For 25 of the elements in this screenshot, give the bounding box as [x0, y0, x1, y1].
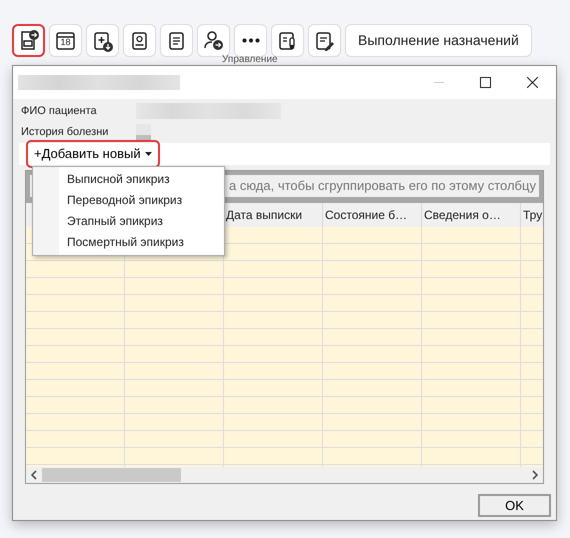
- scroll-right-icon[interactable]: [530, 470, 540, 480]
- close-icon[interactable]: [527, 77, 538, 88]
- menu-item[interactable]: Посмертный эпикриз: [33, 232, 224, 253]
- scroll-left-icon[interactable]: [29, 470, 39, 480]
- field-label: История болезни: [21, 124, 110, 140]
- calendar-day: 18: [50, 37, 81, 47]
- caret-icon: [144, 152, 152, 156]
- column-header[interactable]: Сведения о…: [422, 206, 501, 224]
- menu-item[interactable]: Переводной эпикриз: [33, 190, 224, 211]
- maximize-icon[interactable]: [480, 77, 491, 88]
- toolbar-icon-button[interactable]: 18: [49, 24, 82, 57]
- menu-item[interactable]: Этапный эпикриз: [33, 211, 224, 232]
- scrollbar-thumb[interactable]: [42, 468, 181, 482]
- toolbar-button[interactable]: Выполнение назначений: [345, 24, 532, 57]
- field-label: ФИО пациента: [21, 104, 98, 119]
- group-panel-hint: а сюда, чтобы сгруппировать его по этому столбцу: [229, 177, 536, 196]
- group-label: Управление: [222, 54, 278, 65]
- column-header[interactable]: Тру: [521, 206, 542, 224]
- more-icon: [242, 38, 260, 43]
- ok-button[interactable]: OK: [478, 494, 551, 517]
- menu-item[interactable]: Выписной эпикриз: [33, 169, 224, 190]
- column-header[interactable]: Состояние б…: [323, 206, 408, 224]
- toolbar-icon-button[interactable]: [12, 24, 45, 57]
- redacted-value: [136, 124, 151, 140]
- column-header[interactable]: Дата выписки: [224, 206, 302, 224]
